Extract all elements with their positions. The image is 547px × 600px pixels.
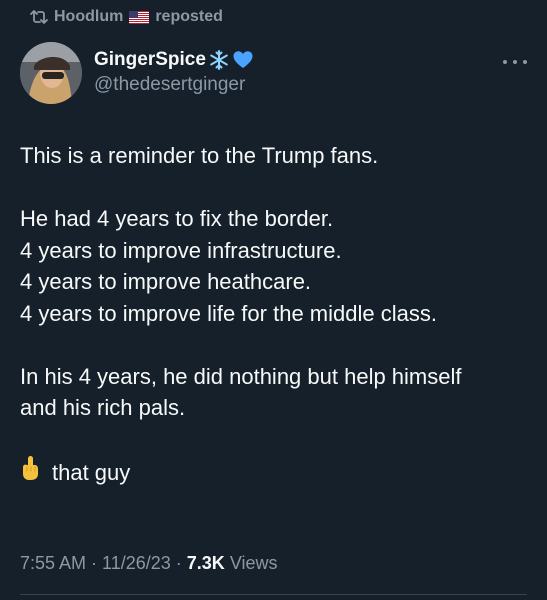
tweet-line: 4 years to improve heathcare.	[20, 269, 312, 294]
snowflake-icon	[208, 49, 230, 71]
views-count[interactable]: 7.3K	[187, 553, 225, 574]
more-dot	[523, 60, 527, 64]
tweet-line: that guy	[52, 459, 131, 485]
middle-finger-icon	[20, 455, 40, 490]
tweet-last-line: that guy	[20, 455, 530, 490]
display-name[interactable]: GingerSpice	[94, 49, 206, 71]
tweet-date[interactable]: 11/26/23	[102, 553, 171, 574]
tweet-meta: 7:55 AM · 11/26/23 · 7.3K Views	[20, 553, 278, 574]
more-dot	[503, 60, 507, 64]
views-label[interactable]: Views	[230, 553, 278, 574]
handle[interactable]: @thedesertginger	[94, 74, 254, 96]
more-options-button[interactable]	[503, 56, 527, 68]
display-name-row[interactable]: GingerSpice	[94, 48, 254, 72]
tweet-line: and his rich pals.	[20, 395, 186, 420]
divider	[20, 594, 527, 595]
meta-separator: ·	[91, 553, 98, 573]
tweet-line: He had 4 years to fix the border.	[20, 206, 334, 231]
tweet-time[interactable]: 7:55 AM	[20, 553, 86, 574]
repost-user[interactable]: Hoodlum	[54, 8, 123, 26]
tweet-text: This is a reminder to the Trump fans. He…	[20, 140, 530, 490]
author-names: GingerSpice @thedesertginger	[94, 48, 254, 96]
tweet-header: GingerSpice @thedesertginger	[20, 40, 527, 106]
tweet-line: 4 years to improve infrastructure.	[20, 237, 342, 263]
repost-icon	[30, 9, 48, 25]
us-flag-icon	[129, 10, 150, 24]
tweet-line: In his 4 years, he did nothing but help …	[20, 363, 462, 389]
tweet-line: 4 years to improve life for the middle c…	[20, 300, 437, 326]
repost-label: reposted	[155, 8, 223, 25]
more-dot	[513, 60, 517, 64]
meta-separator: ·	[175, 553, 182, 573]
repost-indicator[interactable]: Hoodlum reposted	[30, 6, 223, 28]
tweet-line: This is a reminder to the Trump fans.	[20, 143, 379, 168]
avatar[interactable]	[20, 42, 82, 104]
blue-heart-icon	[232, 49, 254, 71]
